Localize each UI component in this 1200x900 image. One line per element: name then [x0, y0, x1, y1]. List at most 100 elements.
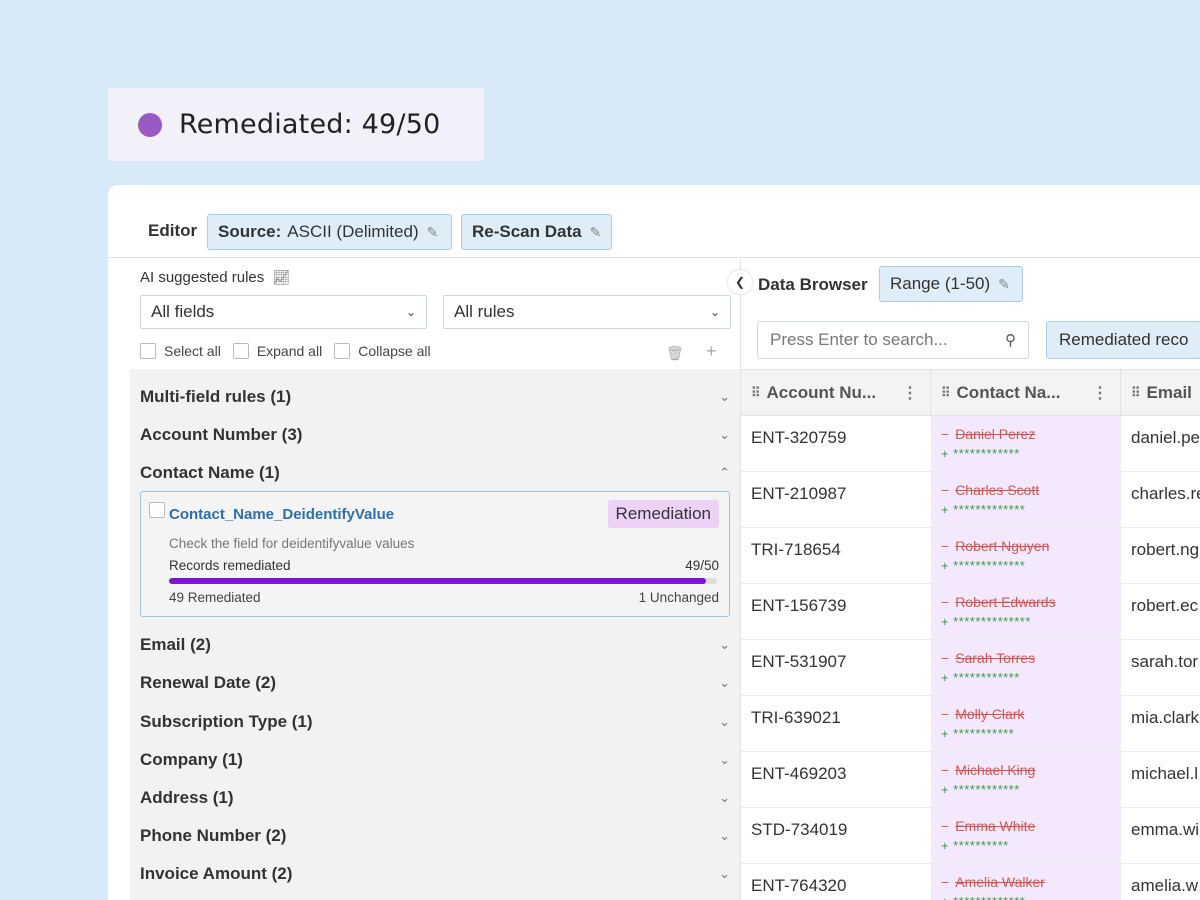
kebab-menu-icon[interactable]: ⋮ [1092, 383, 1108, 403]
chevron-down-icon: ⌄ [719, 714, 730, 729]
rule-group-label: Contact Name (1) [140, 463, 280, 482]
original-value-cell: − Amelia Walker [941, 874, 1045, 890]
collapse-all-checkbox[interactable]: Collapse all [334, 343, 431, 359]
masked-value-cell: + ************ [941, 446, 1020, 461]
rule-group-renewal-date[interactable]: Renewal Date (2) ⌄ [140, 673, 730, 693]
filter-label: Remediated reco [1059, 330, 1189, 349]
masked-value-cell: + *********** [941, 726, 1015, 741]
rescan-button[interactable]: Re-Scan Data ✎ [461, 214, 612, 250]
chevron-down-icon: ⌄ [719, 427, 730, 442]
email-cell: amelia.w [1131, 876, 1199, 895]
original-value-cell: − Molly Clark [941, 706, 1025, 722]
rule-checkbox[interactable] [149, 502, 165, 518]
column-header-email[interactable]: ⠿ Email [1121, 370, 1200, 416]
kebab-menu-icon[interactable]: ⋮ [902, 383, 918, 403]
account-number-cell: ENT-210987 [751, 484, 847, 503]
checkbox[interactable] [140, 343, 156, 359]
original-value-cell: − Michael King [941, 762, 1036, 778]
account-number-cell: ENT-156739 [751, 596, 847, 615]
records-remediated-value: 49/50 [685, 558, 719, 573]
checkbox[interactable] [334, 343, 351, 359]
records-remediated-label: Records remediated [169, 558, 291, 573]
email-cell: mia.clark [1131, 708, 1200, 727]
rule-group-label: Address (1) [140, 788, 234, 807]
rule-title[interactable]: Contact_Name_DeidentifyValue [169, 506, 394, 523]
table-row[interactable]: ENT-156739 − Robert Edwards + ************… [741, 584, 1200, 640]
expand-all-checkbox[interactable]: Expand all [232, 343, 323, 359]
chevron-up-icon: ⌃ [719, 465, 730, 480]
drag-handle-icon[interactable]: ⠿ [1131, 385, 1140, 401]
rule-group-label: Multi-field rules (1) [140, 387, 292, 406]
column-label: Account Nu... [766, 382, 877, 402]
remediated-records-filter[interactable]: Remediated reco [1046, 321, 1200, 359]
rule-group-account-number[interactable]: Account Number (3) ⌄ [140, 425, 730, 445]
plus-icon[interactable]: + [706, 341, 717, 362]
table-row[interactable]: ENT-469203 − Michael King + ************ m… [741, 752, 1200, 808]
table-row[interactable]: ENT-764320 −Amelia Walker +*************… [741, 864, 1200, 900]
masked-value-cell: + ********** [941, 838, 1009, 853]
data-grid: ⠿ Account Nu... ⋮ ⠿ Contact Na... ⋮ ⠿ Em… [741, 369, 1200, 900]
rule-group-label: Renewal Date (2) [140, 673, 277, 692]
chevron-down-icon: ⌄ [719, 389, 730, 404]
ai-rules-label: AI suggested rules [140, 269, 265, 286]
rule-group-email[interactable]: Email (2) ⌄ [140, 635, 730, 655]
rule-filter-select[interactable]: All rules ⌄ [443, 295, 731, 329]
rule-group-contact-name[interactable]: Contact Name (1) ⌃ [140, 463, 730, 483]
rule-group-subscription-type[interactable]: Subscription Type (1) ⌄ [140, 712, 730, 732]
column-header-contact-name[interactable]: ⠿ Contact Na... ⋮ [931, 370, 1121, 416]
account-number-cell: ENT-469203 [751, 764, 847, 783]
select-all-label: Select all [164, 343, 221, 359]
editor-toolbar: Editor Source: ASCII (Delimited) ✎ Re-Sc… [108, 185, 1200, 258]
editor-label: Editor [148, 221, 198, 240]
email-cell: sarah.tor [1131, 652, 1199, 671]
rule-description: Check the field for deidentifyvalue valu… [169, 536, 415, 551]
original-value-cell: − Sarah Torres [941, 650, 1036, 666]
rule-group-address[interactable]: Address (1) ⌄ [140, 788, 730, 808]
table-row[interactable]: ENT-320759 − Daniel Perez + ************ d… [741, 416, 1200, 472]
progress-bar [169, 578, 717, 584]
original-value-cell: − Daniel Perez [941, 426, 1036, 442]
table-row[interactable]: TRI-718654 − Robert Nguyen + *************… [741, 528, 1200, 584]
chart-icon[interactable]: 📈︎ [272, 269, 290, 286]
rule-group-company[interactable]: Company (1) ⌄ [140, 750, 730, 770]
rule-card[interactable]: Contact_Name_DeidentifyValue Remediation… [140, 491, 730, 617]
rule-group-invoice-amount[interactable]: Invoice Amount (2) ⌄ [140, 864, 730, 884]
email-cell: robert.ng [1131, 540, 1200, 559]
checkbox[interactable] [232, 343, 249, 359]
table-row[interactable]: ENT-210987 − Charles Scott + *************… [741, 472, 1200, 528]
remediated-count: 49 Remediated [169, 590, 261, 605]
masked-value-cell: +************* [941, 502, 1026, 517]
progress-fill [169, 578, 707, 584]
table-row[interactable]: STD-734019 − Emma White + ********** emma.… [741, 808, 1200, 864]
chevron-down-icon: ⌄ [405, 305, 416, 319]
drag-handle-icon[interactable]: ⠿ [751, 385, 760, 401]
trash-icon[interactable]: 🗑︎ [666, 345, 684, 362]
rule-group-multi-field[interactable]: Multi-field rules (1) ⌄ [140, 387, 730, 407]
masked-value-cell: + ************ [941, 782, 1020, 797]
bulk-actions: Select all Expand all Collapse all [140, 343, 443, 359]
range-label: Range (1-50) [890, 274, 991, 293]
account-number-cell: ENT-320759 [751, 428, 847, 447]
rule-filter-value: All rules [454, 302, 515, 321]
table-row[interactable]: TRI-639021 − Molly Clark + *********** mia… [741, 696, 1200, 752]
select-all-checkbox[interactable]: Select all [140, 343, 221, 359]
account-number-cell: TRI-718654 [751, 540, 841, 559]
original-value-cell: − Robert Edwards [941, 594, 1056, 610]
column-header-account-number[interactable]: ⠿ Account Nu... ⋮ [741, 370, 931, 416]
expand-all-label: Expand all [256, 343, 323, 359]
pencil-icon: ✎ [998, 275, 1010, 292]
masked-value-cell: +************* [941, 558, 1026, 573]
field-filter-select[interactable]: All fields ⌄ [140, 295, 427, 329]
data-browser-panel: Data Browser Range (1-50) ✎ Press Enter … [741, 259, 1200, 900]
chevron-down-icon: ⌄ [719, 637, 730, 652]
drag-handle-icon[interactable]: ⠿ [941, 385, 950, 401]
original-value-cell: − Emma White [941, 818, 1036, 834]
search-input[interactable]: Press Enter to search... ⚲ [757, 321, 1029, 359]
remediation-status-pill: Remediated: 49/50 [108, 88, 484, 161]
range-chip[interactable]: Range (1-50) ✎ [879, 266, 1023, 302]
chevron-down-icon: ⌄ [719, 752, 730, 767]
source-chip[interactable]: Source: ASCII (Delimited) ✎ [207, 214, 452, 250]
rule-group-label: Invoice Amount (2) [140, 864, 293, 883]
table-row[interactable]: ENT-531907 − Sarah Torres + ************ s… [741, 640, 1200, 696]
rule-group-phone-number[interactable]: Phone Number (2) ⌄ [140, 826, 730, 846]
